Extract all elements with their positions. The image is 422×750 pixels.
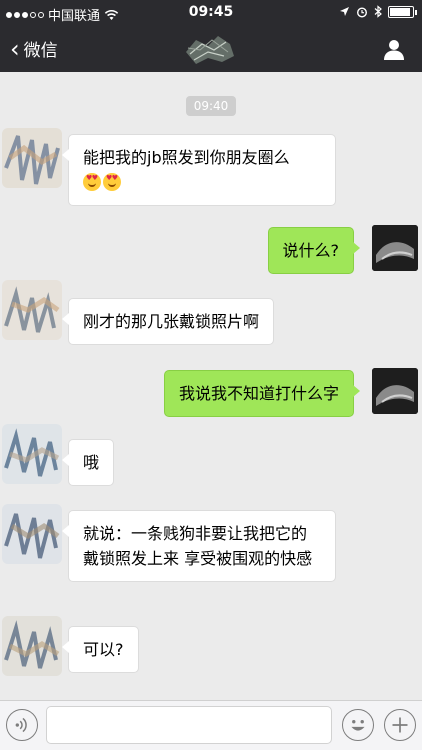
profile-icon[interactable] [382, 37, 406, 61]
voice-icon[interactable] [6, 709, 38, 741]
heart-eyes-emoji-icon [103, 173, 121, 191]
message-text: 哦 [83, 453, 100, 472]
message-bubble-incoming[interactable]: 就说：一条贱狗非要让我把它的戴锁照发上来 享受被围观的快感 [62, 510, 336, 582]
message-text: 说什么? [282, 241, 340, 260]
bluetooth-icon [374, 5, 382, 18]
status-right [339, 5, 417, 18]
battery-icon [388, 5, 417, 18]
contact-avatar[interactable] [2, 616, 62, 676]
message-text: 我说我不知道打什么字 [178, 384, 339, 403]
message-text: 就说：一条贱狗非要让我把它的戴锁照发上来 享受被围观的快感 [83, 524, 313, 568]
my-avatar[interactable] [372, 368, 418, 414]
nav-bar: ‹ 微信 [0, 26, 422, 72]
contact-avatar[interactable] [2, 424, 62, 484]
message-bubble-incoming[interactable]: 能把我的jb照发到你朋友圈么 [62, 134, 336, 206]
contact-avatar[interactable] [2, 128, 62, 188]
my-avatar[interactable] [372, 225, 418, 271]
alarm-icon [356, 6, 368, 18]
back-label: 微信 [23, 41, 58, 61]
contact-avatar[interactable] [2, 280, 62, 340]
smiley-icon[interactable] [342, 709, 374, 741]
message-text: 能把我的jb照发到你朋友圈么 [83, 148, 290, 167]
message-bubble-outgoing[interactable]: 说什么? [267, 227, 360, 274]
back-button[interactable]: ‹ 微信 [10, 34, 58, 63]
chevron-left-icon: ‹ [10, 34, 20, 63]
message-bubble-outgoing[interactable]: 我说我不知道打什么字 [163, 370, 361, 417]
status-bar: 中国联通 09:45 [0, 0, 422, 26]
contact-avatar[interactable] [2, 504, 62, 564]
message-text: 可以? [83, 640, 124, 659]
location-arrow-icon [340, 7, 349, 16]
message-bubble-incoming[interactable]: 哦 [61, 439, 115, 486]
battery-level [390, 7, 410, 16]
input-bar [0, 700, 422, 750]
message-bubble-incoming[interactable]: 刚才的那几张戴锁照片啊 [61, 298, 275, 345]
message-input[interactable] [46, 706, 332, 744]
message-timestamp: 09:40 [186, 96, 236, 116]
message-text: 刚才的那几张戴锁照片啊 [83, 312, 260, 331]
message-bubble-incoming[interactable]: 可以? [62, 626, 139, 673]
heart-eyes-emoji-icon [83, 173, 101, 191]
chat-area[interactable]: 09:40 能把我的jb照发到你朋友圈么 说什么? 刚才的那几张戴锁照片啊 我说… [0, 72, 422, 700]
contact-name-scribble [186, 36, 234, 64]
plus-icon[interactable] [384, 709, 416, 741]
